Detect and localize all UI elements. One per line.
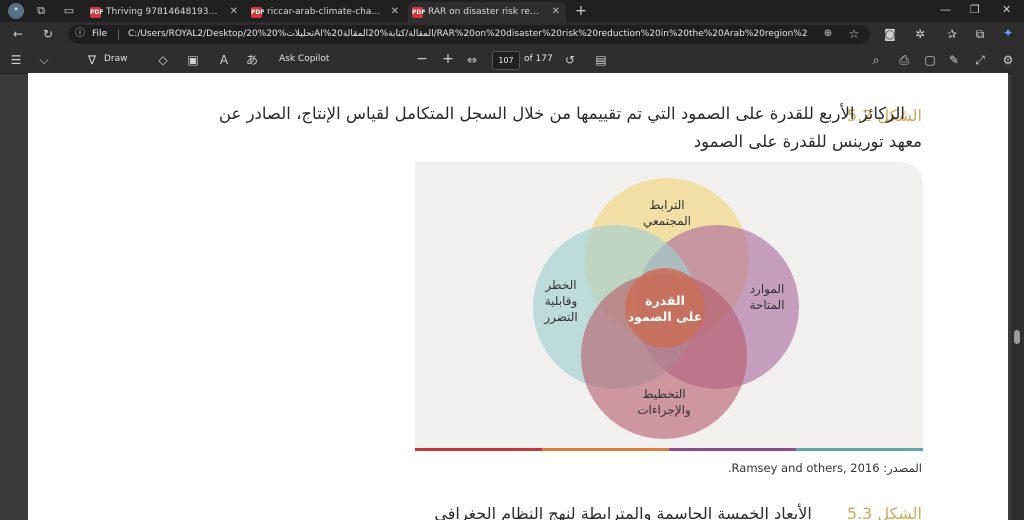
contents-icon[interactable]: ☰ xyxy=(8,53,24,67)
close-icon[interactable]: ✕ xyxy=(391,2,399,22)
source-text: Ramsey and others, 2016. xyxy=(727,461,880,475)
label-risk-3: التضرر xyxy=(543,310,577,325)
read-aloud-icon[interactable]: A xyxy=(216,53,232,67)
color-stripe-1 xyxy=(415,448,542,451)
fullscreen-icon[interactable]: ⤢ xyxy=(972,53,988,67)
tab-bar: • ⧉ ▭ PDF Thriving 9781464819353.pdf ✕ P… xyxy=(0,0,1024,22)
zoom-out-button[interactable]: − xyxy=(414,52,430,66)
draw-button[interactable]: Draw xyxy=(104,54,128,64)
tab-thriving[interactable]: PDF Thriving 9781464819353.pdf ✕ xyxy=(86,2,244,22)
pdf-icon: PDF xyxy=(90,7,104,18)
print-icon[interactable]: ⎙ xyxy=(896,53,912,67)
tab-label: RAR on disaster risk reduction in xyxy=(428,7,542,17)
settings-sync-icon[interactable]: ✲ xyxy=(912,27,928,41)
figure-caption-line1: الركائز الأربع للقدرة على الصمود التي تم… xyxy=(218,104,905,123)
draw-icon[interactable]: ∇ xyxy=(84,53,100,67)
new-tab-button[interactable]: + xyxy=(574,4,588,18)
text-box-icon[interactable]: ▣ xyxy=(185,53,201,67)
next-figure-title: الأبعاد الخمسة الحاسمة والمترابطة لنهج ا… xyxy=(434,504,812,520)
color-stripe-3 xyxy=(669,448,796,451)
color-stripe-2 xyxy=(542,448,669,451)
zoom-icon[interactable]: ⊕ xyxy=(820,27,836,41)
search-icon[interactable]: ⌕ xyxy=(868,53,884,67)
save-icon[interactable]: ▢ xyxy=(922,53,938,67)
label-community-1: الترابط xyxy=(649,198,684,213)
tab-actions-icon[interactable]: ▭ xyxy=(62,4,76,18)
close-window-button[interactable]: ✕ xyxy=(1002,3,1011,16)
tab-label: riccar-arab-climate-change-asses xyxy=(267,7,381,17)
label-resources-1: الموارد xyxy=(750,282,785,297)
extension-icon[interactable]: ◙ xyxy=(882,27,898,41)
favorite-icon[interactable]: ☆ xyxy=(846,27,862,41)
minimize-button[interactable]: — xyxy=(940,3,951,16)
settings-icon[interactable]: ⚙ xyxy=(1000,53,1016,67)
venn-figure: الترابط المجتمعي الموارد المتاحة الخطر و… xyxy=(415,162,923,451)
color-stripe-4 xyxy=(796,448,923,451)
figure-source: المصدر: Ramsey and others, 2016. xyxy=(728,461,922,475)
label-planning-2: والإجراءات xyxy=(637,403,691,418)
collections-icon[interactable]: ⧉ xyxy=(972,27,988,41)
url-text[interactable]: C:/Users/ROYAL2/Desktop/20%تحليلات%20Al%… xyxy=(128,25,808,44)
address-bar-row: ← ↻ ⓘ File C:/Users/ROYAL2/Desktop/20%تح… xyxy=(0,22,1024,47)
pdf-icon: PDF xyxy=(251,7,265,18)
close-icon[interactable]: ✕ xyxy=(230,2,238,22)
label-resources-2: المتاحة xyxy=(749,298,784,312)
close-icon[interactable]: ✕ xyxy=(552,2,560,22)
ask-copilot-button[interactable]: Ask Copilot xyxy=(279,54,329,64)
tab-riccar[interactable]: PDF riccar-arab-climate-change-asses ✕ xyxy=(247,2,405,22)
pdf-toolbar: ☰ ⌵ ∇ Draw ◇ ▣ A あ Ask Copilot − + ⇔ 107… xyxy=(0,47,1024,74)
source-label: المصدر: xyxy=(883,461,922,475)
label-planning-1: التخطيط xyxy=(642,387,685,401)
workspaces-icon[interactable]: ⧉ xyxy=(34,4,48,18)
circle-center xyxy=(625,268,705,348)
next-figure-caption: الشكل 5.3 الأبعاد الخمسة الحاسمة والمترا… xyxy=(434,504,922,520)
page-number-input[interactable]: 107 xyxy=(492,51,520,70)
venn-diagram: الترابط المجتمعي الموارد المتاحة الخطر و… xyxy=(533,178,799,439)
zoom-in-button[interactable]: + xyxy=(440,52,456,66)
figure-caption-line2: معهد تورينس للقدرة على الصمود xyxy=(693,132,922,151)
rotate-icon[interactable]: ↺ xyxy=(562,53,578,67)
address-bar[interactable]: ⓘ File C:/Users/ROYAL2/Desktop/20%تحليلا… xyxy=(68,25,870,44)
back-icon[interactable]: ← xyxy=(10,27,26,41)
scrollbar[interactable] xyxy=(1011,73,1024,520)
scrollbar-thumb[interactable] xyxy=(1014,330,1020,344)
refresh-icon[interactable]: ↻ xyxy=(40,27,56,41)
info-icon[interactable]: ⓘ xyxy=(72,27,88,41)
favorites-icon[interactable]: ✰ xyxy=(944,27,960,41)
translate-icon[interactable]: あ xyxy=(244,53,260,67)
label-risk-1: الخطر xyxy=(544,278,576,293)
tab-label: Thriving 9781464819353.pdf xyxy=(106,7,220,17)
tab-rar[interactable]: PDF RAR on disaster risk reduction in ✕ xyxy=(408,2,566,22)
restore-button[interactable]: ❐ xyxy=(970,3,980,16)
divider xyxy=(118,29,119,40)
label-center-2: على الصمود xyxy=(628,309,703,324)
label-community-2: المجتمعي xyxy=(643,214,691,228)
pdf-page: الشكل 5.2 الركائز الأربع للقدرة على الصم… xyxy=(28,73,1008,520)
copilot-icon[interactable]: ✦ xyxy=(1000,26,1016,40)
label-risk-2: وقابلية xyxy=(545,294,578,309)
page-total: of 177 xyxy=(524,54,553,64)
label-center-1: القدرة xyxy=(645,293,685,308)
pdf-icon: PDF xyxy=(412,7,426,18)
highlight-icon[interactable]: ⌵ xyxy=(36,53,52,67)
profile-icon[interactable]: • xyxy=(8,3,24,19)
erase-icon[interactable]: ◇ xyxy=(155,53,171,67)
save-as-icon[interactable]: ✎ xyxy=(946,53,962,67)
page-view-icon[interactable]: ▤ xyxy=(593,53,609,67)
next-figure-number: الشكل 5.3 xyxy=(846,504,922,520)
scheme-label: File xyxy=(92,29,108,39)
fit-width-icon[interactable]: ⇔ xyxy=(464,53,480,67)
